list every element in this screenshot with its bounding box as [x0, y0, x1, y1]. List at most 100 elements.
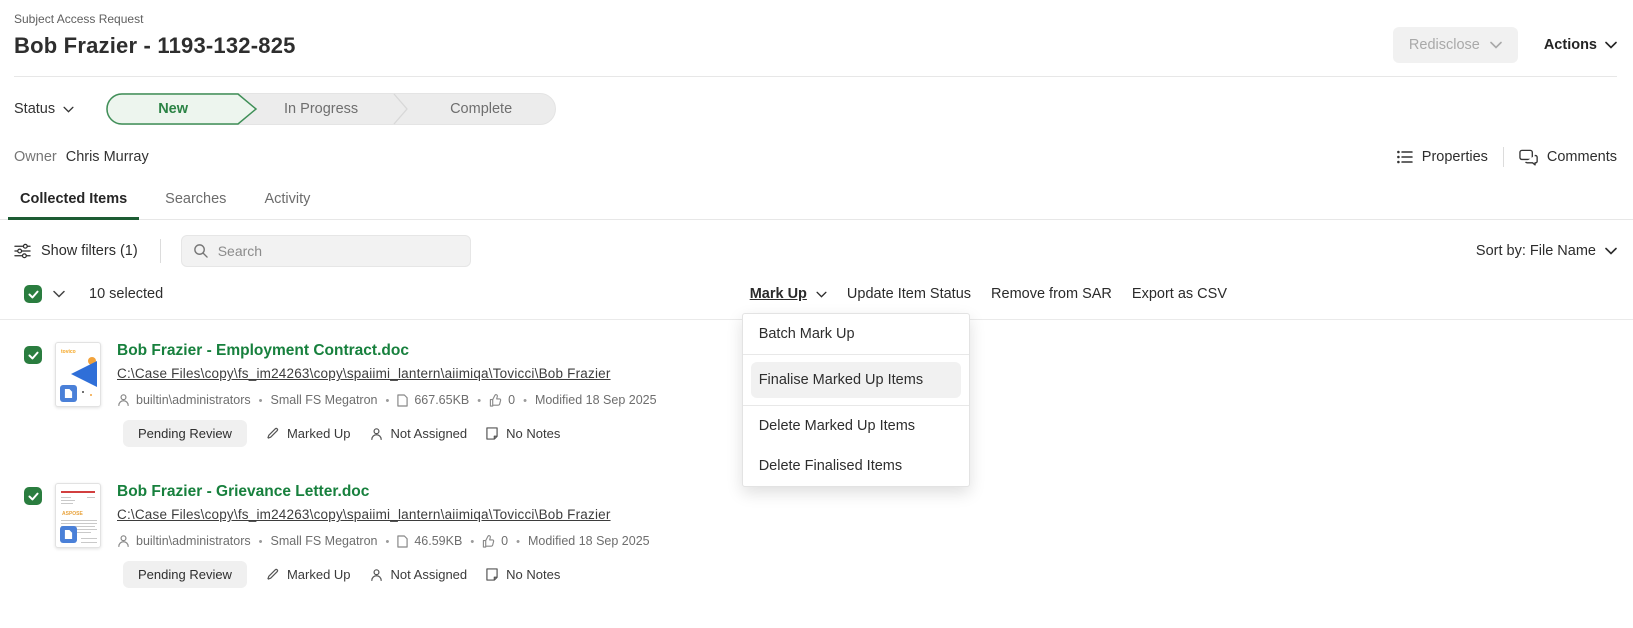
- check-icon: [28, 492, 39, 501]
- markup-status-label: Marked Up: [287, 567, 351, 582]
- notes-status-label: No Notes: [506, 426, 560, 441]
- select-all-dropdown[interactable]: [53, 290, 65, 298]
- file-icon: [397, 394, 408, 407]
- status-step-label: In Progress: [284, 101, 358, 117]
- selected-count: 10 selected: [89, 286, 163, 302]
- selection-bar: 10 selected Mark Up Batch Mark Up Finali…: [0, 285, 1633, 320]
- list-toolbar: Show filters (1) Sort by: File Name: [0, 235, 1633, 267]
- menu-item-delete-finalised-items[interactable]: Delete Finalised Items: [743, 446, 969, 486]
- properties-button[interactable]: Properties: [1397, 149, 1488, 165]
- file-path-link[interactable]: C:\Case Files\copy\fs_im24263\copy\spaii…: [117, 366, 611, 381]
- tab-activity[interactable]: Activity: [252, 185, 322, 220]
- redisclose-label: Redisclose: [1409, 37, 1480, 53]
- remove-from-sar-button[interactable]: Remove from SAR: [991, 286, 1112, 302]
- item-metadata: builtin\administrators Small FS Megatron…: [117, 534, 650, 548]
- menu-divider: [743, 354, 969, 355]
- person-icon: [117, 393, 130, 407]
- status-label: Status: [14, 101, 55, 117]
- mark-up-dropdown[interactable]: Mark Up Batch Mark Up Finalise Marked Up…: [750, 286, 827, 302]
- actions-button[interactable]: Actions: [1544, 37, 1617, 53]
- item-size: 46.59KB: [414, 534, 462, 548]
- actions-label: Actions: [1544, 37, 1597, 53]
- item-status-badges: Pending Review Marked Up Not Assigned No…: [123, 561, 1633, 588]
- notes-status-label: No Notes: [506, 567, 560, 582]
- item-owner: builtin\administrators: [136, 534, 251, 548]
- chevron-down-icon: [816, 291, 827, 298]
- note-icon: [486, 427, 498, 440]
- comments-button[interactable]: Comments: [1519, 149, 1617, 166]
- search-input[interactable]: [181, 235, 471, 267]
- note-icon: [486, 568, 498, 581]
- assignment-status-label: Not Assigned: [391, 567, 468, 582]
- status-step-new[interactable]: New: [106, 93, 258, 125]
- file-path-link[interactable]: C:\Case Files\copy\fs_im24263\copy\spaii…: [117, 507, 611, 522]
- tab-bar: Collected Items Searches Activity: [0, 185, 1633, 220]
- item-likes-count: 0: [508, 393, 515, 407]
- owner-row: Owner Chris Murray Properties Comments: [0, 125, 1633, 167]
- show-filters-button[interactable]: Show filters (1): [14, 243, 138, 259]
- status-step-label: Complete: [450, 101, 512, 117]
- file-icon: [397, 535, 408, 548]
- thumbnail-logo-text: tovico: [61, 349, 76, 355]
- divider: [1503, 147, 1504, 167]
- item-checkbox[interactable]: [24, 346, 42, 364]
- menu-item-batch-mark-up[interactable]: Batch Mark Up: [743, 314, 969, 354]
- status-dropdown[interactable]: Status: [14, 101, 74, 117]
- status-badge: Pending Review: [123, 420, 247, 447]
- file-name-link[interactable]: Bob Frazier - Employment Contract.doc: [117, 342, 657, 360]
- divider: [160, 239, 161, 263]
- filter-sliders-icon: [14, 243, 31, 259]
- owner-name: Chris Murray: [66, 149, 149, 165]
- status-step-complete[interactable]: Complete: [407, 101, 555, 117]
- item-size: 667.65KB: [414, 393, 469, 407]
- check-icon: [28, 290, 39, 299]
- sort-by-label: Sort by: File Name: [1476, 243, 1596, 259]
- item-likes-count: 0: [501, 534, 508, 548]
- chevron-down-icon: [53, 290, 65, 298]
- bulk-actions: Mark Up Batch Mark Up Finalise Marked Up…: [750, 286, 1227, 302]
- mark-up-label: Mark Up: [750, 286, 807, 302]
- item-source: Small FS Megatron: [271, 393, 378, 407]
- thumbs-up-icon: [489, 394, 502, 407]
- search-icon: [193, 243, 208, 258]
- sort-by-dropdown[interactable]: Sort by: File Name: [1476, 243, 1617, 259]
- tab-searches[interactable]: Searches: [153, 185, 238, 220]
- item-modified: Modified 18 Sep 2025: [528, 534, 650, 548]
- comments-icon: [1519, 149, 1538, 166]
- owner-label: Owner: [14, 149, 57, 165]
- item-modified: Modified 18 Sep 2025: [535, 393, 657, 407]
- pencil-icon: [266, 427, 279, 440]
- assignment-status-label: Not Assigned: [391, 426, 468, 441]
- export-as-csv-button[interactable]: Export as CSV: [1132, 286, 1227, 302]
- chevron-down-icon: [1605, 247, 1617, 255]
- document-thumbnail[interactable]: ASPOSE: [55, 483, 101, 548]
- show-filters-label: Show filters (1): [41, 243, 138, 259]
- page-header: Subject Access Request Bob Frazier - 119…: [0, 0, 1633, 77]
- status-badge: Pending Review: [123, 561, 247, 588]
- item-metadata: builtin\administrators Small FS Megatron…: [117, 393, 657, 407]
- item-checkbox[interactable]: [24, 487, 42, 505]
- person-icon: [117, 534, 130, 548]
- chevron-down-icon: [63, 106, 74, 113]
- menu-item-finalise-marked-up-items[interactable]: Finalise Marked Up Items: [751, 362, 961, 398]
- chevron-down-icon: [1490, 41, 1502, 49]
- menu-item-delete-marked-up-items[interactable]: Delete Marked Up Items: [743, 406, 969, 446]
- update-item-status-button[interactable]: Update Item Status: [847, 286, 971, 302]
- status-step-in-progress[interactable]: In Progress: [247, 101, 395, 117]
- pencil-icon: [266, 568, 279, 581]
- document-thumbnail[interactable]: tovico: [55, 342, 101, 407]
- redisclose-button[interactable]: Redisclose: [1393, 27, 1518, 63]
- subject-access-request-page: Subject Access Request Bob Frazier - 119…: [0, 0, 1633, 628]
- page-title: Bob Frazier - 1193-132-825: [14, 33, 296, 59]
- breadcrumb[interactable]: Subject Access Request: [14, 12, 1617, 26]
- doc-file-type-icon: [60, 385, 77, 402]
- select-all-checkbox[interactable]: [24, 285, 42, 303]
- chevron-down-icon: [1605, 41, 1617, 49]
- comments-label: Comments: [1547, 149, 1617, 165]
- list-item: ASPOSE Bob Frazier - Grievance Letter.do…: [0, 483, 1633, 588]
- thumbs-up-icon: [482, 535, 495, 548]
- file-name-link[interactable]: Bob Frazier - Grievance Letter.doc: [117, 483, 650, 501]
- person-icon: [370, 568, 383, 582]
- tab-collected-items[interactable]: Collected Items: [8, 185, 139, 220]
- thumbnail-watermark: ASPOSE: [62, 511, 83, 517]
